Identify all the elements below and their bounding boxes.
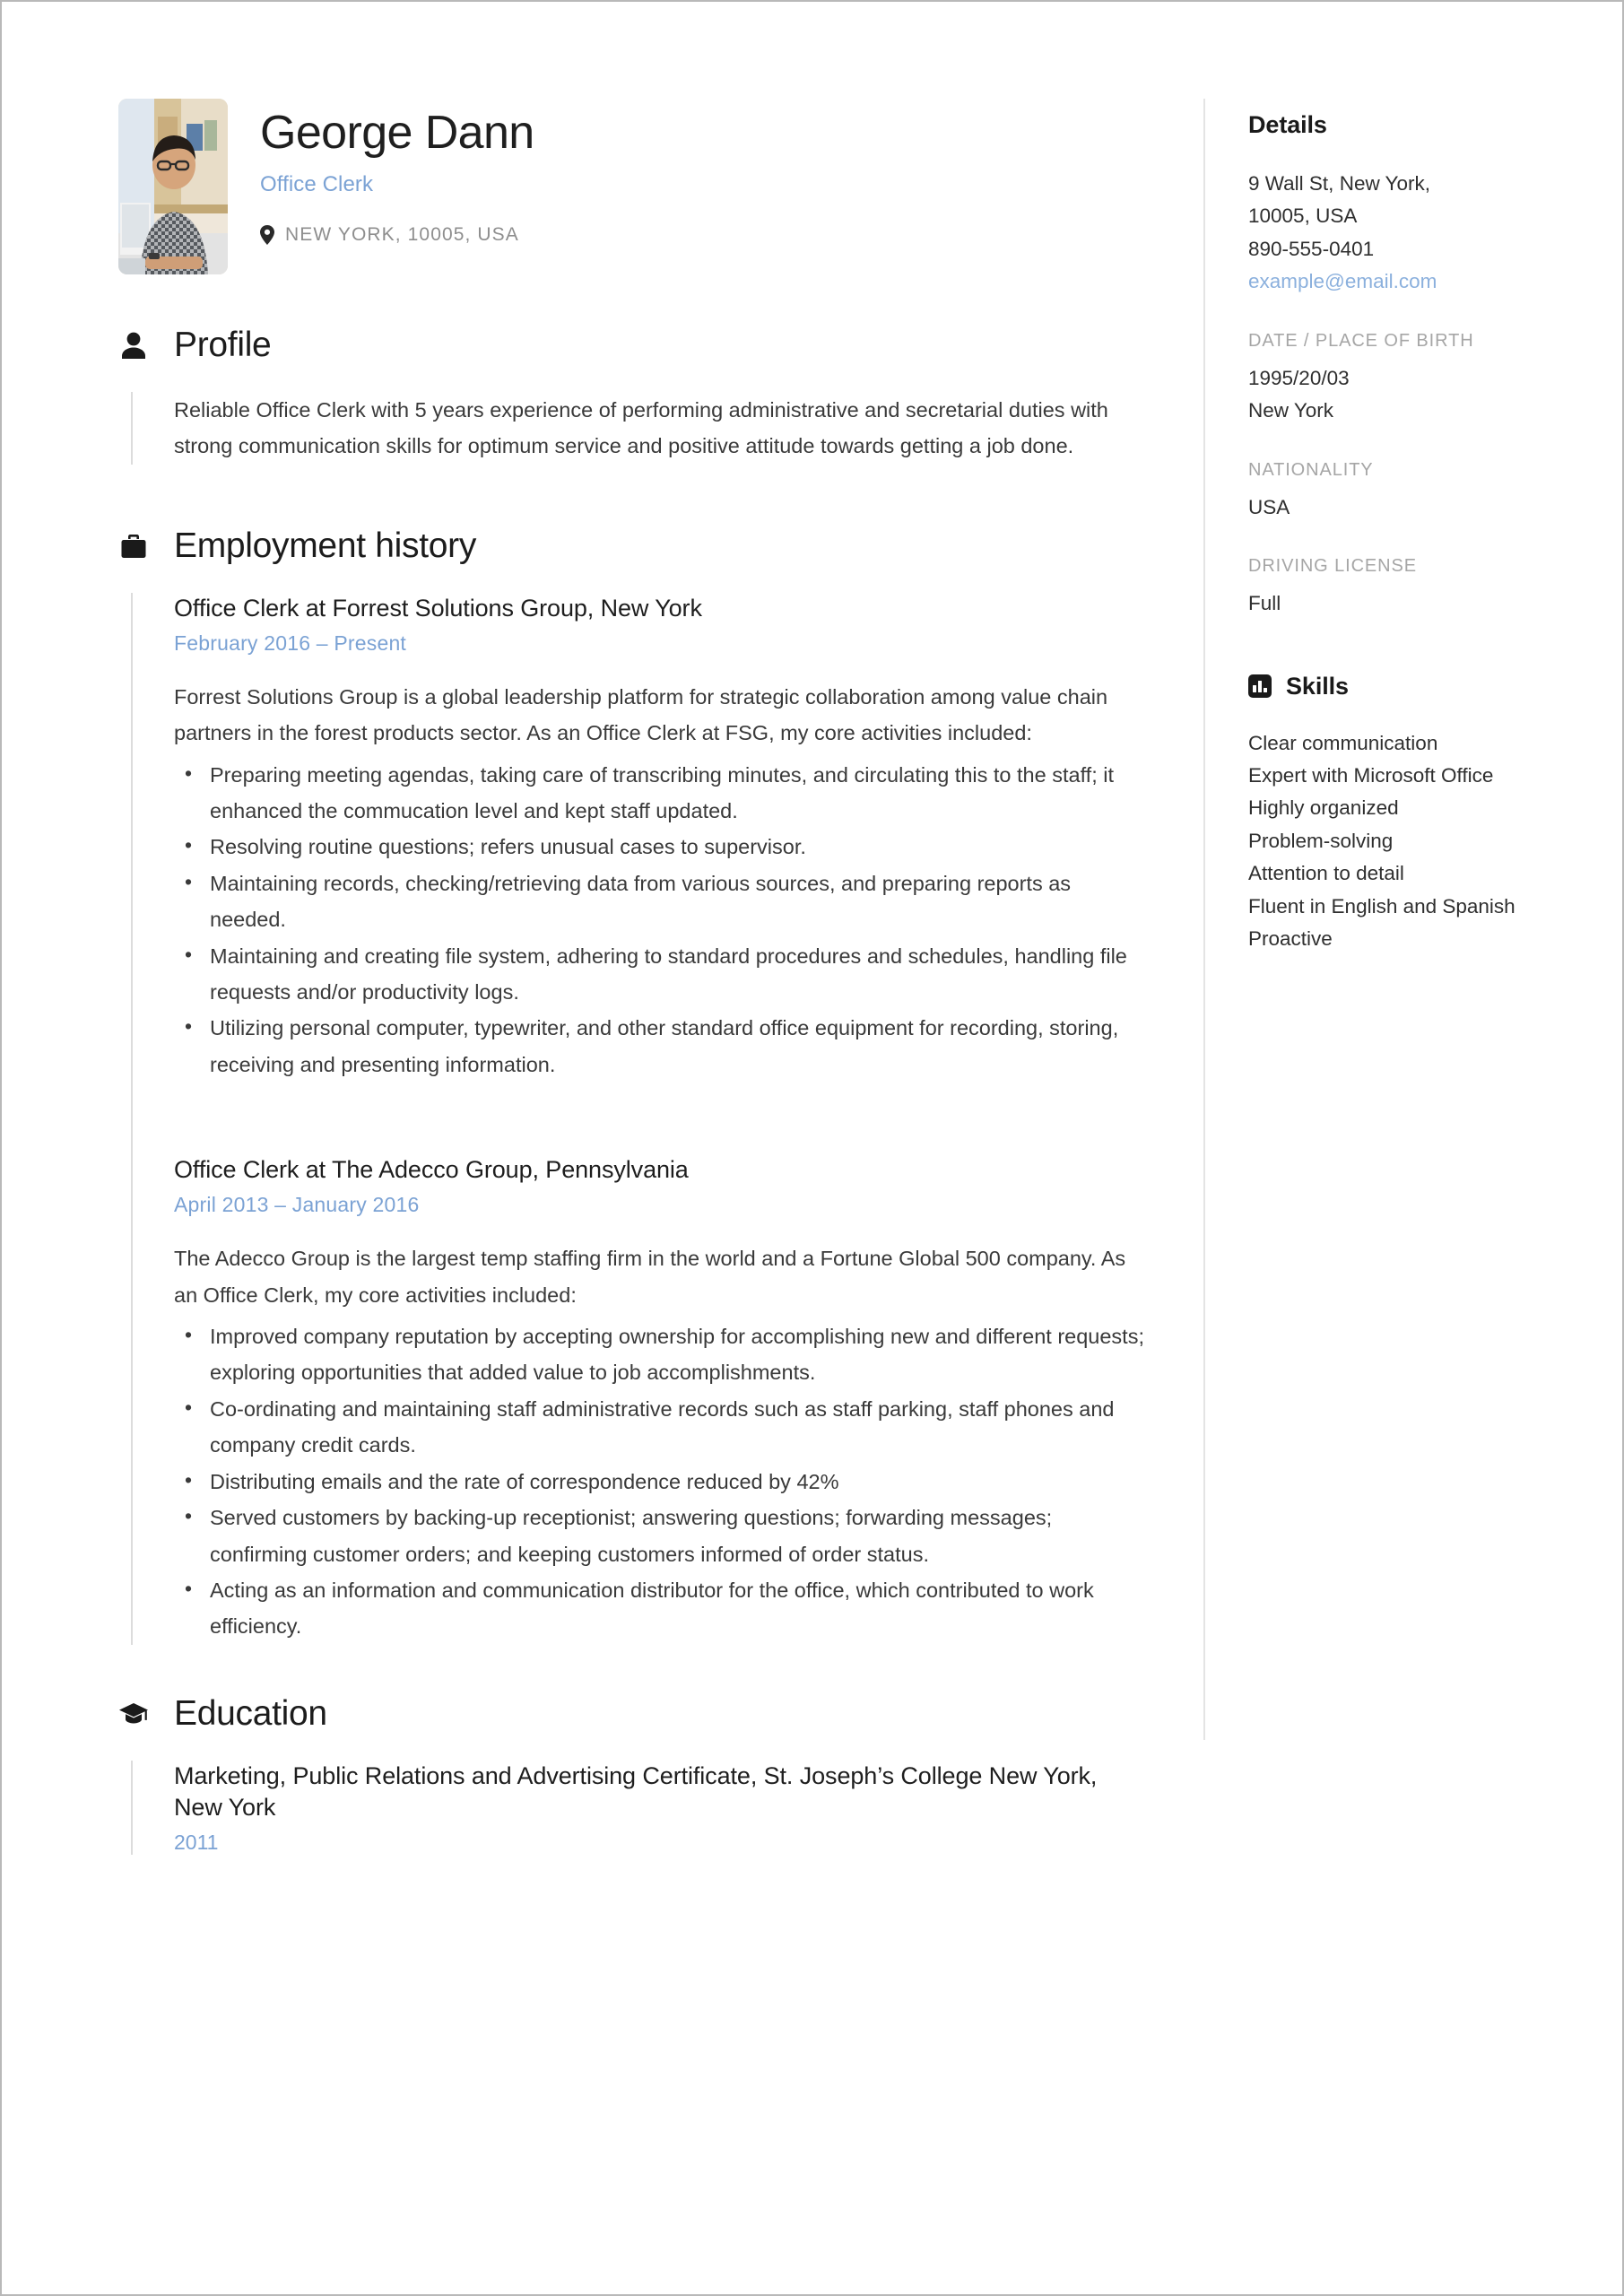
skills-heading: Skills — [1286, 672, 1349, 700]
list-item: Proactive — [1248, 927, 1333, 951]
header-text: George Dann Office Clerk NEW YORK, 10005… — [260, 99, 534, 246]
list-item: Attention to detail — [1248, 862, 1404, 885]
list-item: Fluent in English and Spanish — [1248, 894, 1515, 918]
employment-entry: Office Clerk at Forrest Solutions Group,… — [174, 593, 1148, 1083]
header-location: NEW YORK, 10005, USA — [260, 224, 534, 246]
list-item: Maintaining and creating file system, ad… — [174, 937, 1148, 1011]
page-title: George Dann — [260, 107, 534, 159]
details-address-line2: 10005, USA — [1248, 204, 1358, 228]
avatar — [118, 99, 228, 274]
resume-header: George Dann Office Clerk NEW YORK, 10005… — [118, 99, 1148, 274]
details-license-value: Full — [1248, 592, 1281, 615]
header-location-text: NEW YORK, 10005, USA — [285, 224, 519, 246]
section-education-body: Marketing, Public Relations and Advertis… — [131, 1760, 1148, 1855]
employment-entry-title: Office Clerk at The Adecco Group, Pennsy… — [174, 1156, 689, 1184]
details-email[interactable]: example@email.com — [1248, 265, 1522, 298]
list-item: Preparing meeting agendas, taking care o… — [174, 756, 1148, 830]
list-item: Improved company reputation by accepting… — [174, 1318, 1148, 1391]
details-license-label: DRIVING LICENSE — [1248, 556, 1417, 577]
list-item: Acting as an information and communicati… — [174, 1571, 1148, 1645]
education-entry: Marketing, Public Relations and Advertis… — [174, 1761, 1148, 1855]
section-employment-header: Employment history — [118, 526, 1148, 566]
details-phone[interactable]: 890-555-0401 — [1248, 233, 1522, 265]
resume-sheet: George Dann Office Clerk NEW YORK, 10005… — [2, 2, 1622, 2294]
list-item: Expert with Microsoft Office — [1248, 763, 1494, 787]
details-address-line1: 9 Wall St, New York, — [1248, 172, 1430, 195]
details-heading: Details — [1248, 111, 1327, 138]
employment-entry-description: Forrest Solutions Group is a global lead… — [174, 684, 1108, 745]
section-profile-body: Reliable Office Clerk with 5 years exper… — [131, 391, 1148, 465]
profile-paragraph: Reliable Office Clerk with 5 years exper… — [174, 397, 1108, 458]
details-dob-place: New York — [1248, 399, 1334, 422]
section-employment-title: Employment history — [174, 526, 477, 565]
list-item: Resolving routine questions; refers unus… — [174, 828, 1148, 865]
details-dob-date: 1995/20/03 — [1248, 366, 1350, 389]
list-item: Served customers by backing-up reception… — [174, 1499, 1148, 1572]
list-item: Highly organized — [1248, 796, 1399, 820]
list-item: Co-ordinating and maintaining staff admi… — [174, 1390, 1148, 1464]
employment-entry: Office Clerk at The Adecco Group, Pennsy… — [174, 1154, 1148, 1645]
employment-entry-title: Office Clerk at Forrest Solutions Group,… — [174, 594, 702, 622]
details-dob-label: DATE / PLACE OF BIRTH — [1248, 330, 1474, 351]
list-item: Problem-solving — [1248, 829, 1394, 852]
employment-entry-bullets: Preparing meeting agendas, taking care o… — [174, 756, 1148, 1083]
education-entry-title: Marketing, Public Relations and Advertis… — [174, 1761, 1098, 1821]
section-profile: Profile Reliable Office Clerk with 5 yea… — [118, 326, 1148, 465]
section-education-header: Education — [118, 1693, 1148, 1734]
briefcase-icon — [118, 531, 149, 561]
main-column: George Dann Office Clerk NEW YORK, 10005… — [118, 99, 1203, 1862]
list-item: Maintaining records, checking/retrieving… — [174, 865, 1148, 938]
details-nationality-label: NATIONALITY — [1248, 459, 1374, 480]
sidebar-column: Details 9 Wall St, New York, 10005, USA … — [1203, 99, 1522, 1740]
section-profile-title: Profile — [174, 326, 272, 364]
list-item: Clear communication — [1248, 731, 1438, 754]
section-employment-history: Employment history Office Clerk at Forre… — [118, 526, 1148, 1645]
section-education: Education Marketing, Public Relations an… — [118, 1693, 1148, 1855]
skills-header: Skills — [1248, 673, 1522, 700]
employment-entry-dates: April 2013 – January 2016 — [174, 1193, 420, 1217]
graduation-cap-icon — [118, 1699, 149, 1729]
header-job-title: Office Clerk — [260, 172, 374, 197]
section-profile-header: Profile — [118, 326, 1148, 365]
employment-entry-description: The Adecco Group is the largest temp sta… — [174, 1247, 1126, 1307]
person-icon — [118, 330, 149, 361]
bar-chart-icon — [1248, 674, 1272, 698]
details-nationality-value: USA — [1248, 495, 1290, 518]
section-education-title: Education — [174, 1693, 327, 1733]
section-employment-body: Office Clerk at Forrest Solutions Group,… — [131, 592, 1148, 1645]
education-entry-year: 2011 — [174, 1830, 219, 1854]
list-item: Utilizing personal computer, typewriter,… — [174, 1009, 1148, 1083]
employment-entry-dates: February 2016 – Present — [174, 631, 407, 655]
list-item: Distributing emails and the rate of corr… — [174, 1463, 1148, 1500]
employment-entry-bullets: Improved company reputation by accepting… — [174, 1318, 1148, 1645]
resume-page: George Dann Office Clerk NEW YORK, 10005… — [0, 0, 1624, 2296]
map-pin-icon — [260, 225, 274, 246]
